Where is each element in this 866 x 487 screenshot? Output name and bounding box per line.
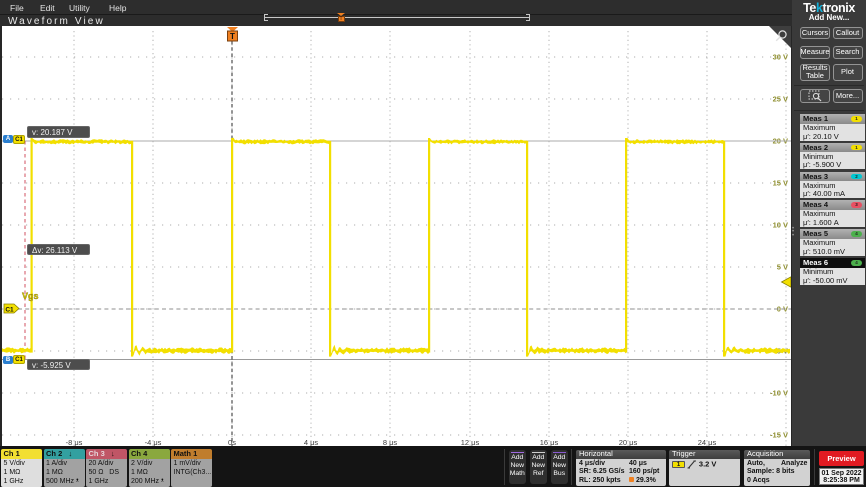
svg-text:C1: C1 [5,307,14,314]
svg-text:Vgs: Vgs [22,291,39,301]
svg-text:-10 V: -10 V [770,389,788,398]
svg-text:30 V: 30 V [773,53,788,62]
svg-text:5 V: 5 V [777,263,788,272]
svg-text:-15 V: -15 V [770,431,788,440]
svg-text:15 V: 15 V [773,179,788,188]
svg-text:25 V: 25 V [773,95,788,104]
svg-text:T: T [230,32,235,41]
svg-text:10 V: 10 V [773,221,788,230]
